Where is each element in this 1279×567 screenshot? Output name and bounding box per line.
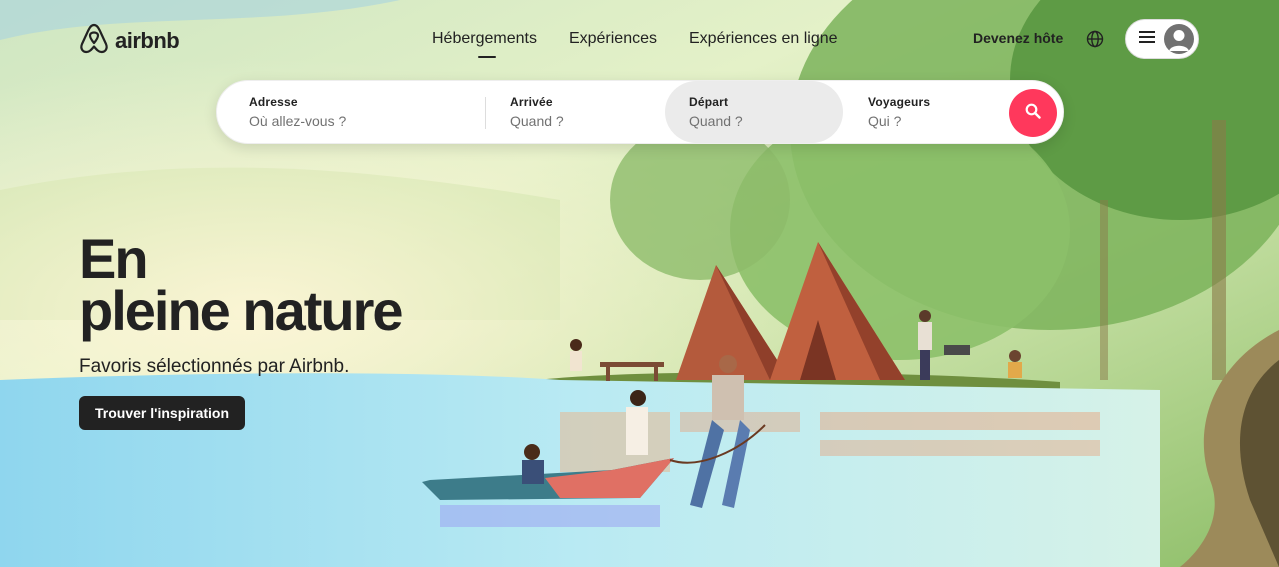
- address-label: Adresse: [249, 95, 298, 109]
- brand-name: airbnb: [115, 27, 180, 53]
- user-menu-button[interactable]: [1125, 19, 1199, 59]
- search-icon: [1025, 103, 1041, 124]
- tab-experiences[interactable]: Expériences: [569, 30, 657, 48]
- globe-icon[interactable]: [1086, 30, 1106, 50]
- departure-field[interactable]: Départ Quand ?: [665, 81, 843, 143]
- guests-field[interactable]: Voyageurs Qui ?: [843, 81, 1003, 143]
- top-header: airbnb Hébergements Expériences Expérien…: [0, 0, 1279, 80]
- arrival-field[interactable]: Arrivée Quand ?: [485, 81, 665, 143]
- find-inspiration-button[interactable]: Trouver l'inspiration: [79, 396, 246, 430]
- address-field[interactable]: Adresse Où allez-vous ?: [217, 81, 485, 143]
- address-placeholder: Où allez-vous ?: [249, 113, 347, 129]
- departure-placeholder: Quand ?: [689, 113, 743, 129]
- arrival-placeholder: Quand ?: [510, 113, 564, 129]
- tab-hebergements[interactable]: Hébergements: [432, 30, 537, 58]
- arrival-label: Arrivée: [510, 95, 553, 109]
- guests-label: Voyageurs: [868, 95, 931, 109]
- departure-label: Départ: [689, 95, 729, 109]
- menu-icon: [1139, 30, 1155, 48]
- tab-online-experiences[interactable]: Expériences en ligne: [689, 30, 838, 48]
- hero-title: En pleine nature: [79, 227, 404, 342]
- search-bar: Adresse Où allez-vous ? Arrivée Quand ? …: [216, 80, 1064, 144]
- airbnb-logo[interactable]: airbnb: [79, 22, 180, 59]
- hero-title-line2: pleine nature: [79, 279, 404, 342]
- page: airbnb Hébergements Expériences Expérien…: [0, 0, 1279, 567]
- hero-subtitle: Favoris sélectionnés par Airbnb.: [79, 356, 350, 377]
- search-button[interactable]: [1009, 89, 1057, 137]
- user-avatar-icon: [1164, 24, 1194, 54]
- hero-title-line1: En: [79, 227, 149, 290]
- become-host-link[interactable]: Devenez hôte: [973, 30, 1063, 46]
- guests-placeholder: Qui ?: [868, 113, 902, 129]
- main-nav: Hébergements Expériences Expériences en …: [432, 30, 838, 58]
- airbnb-logo-icon: [79, 22, 109, 59]
